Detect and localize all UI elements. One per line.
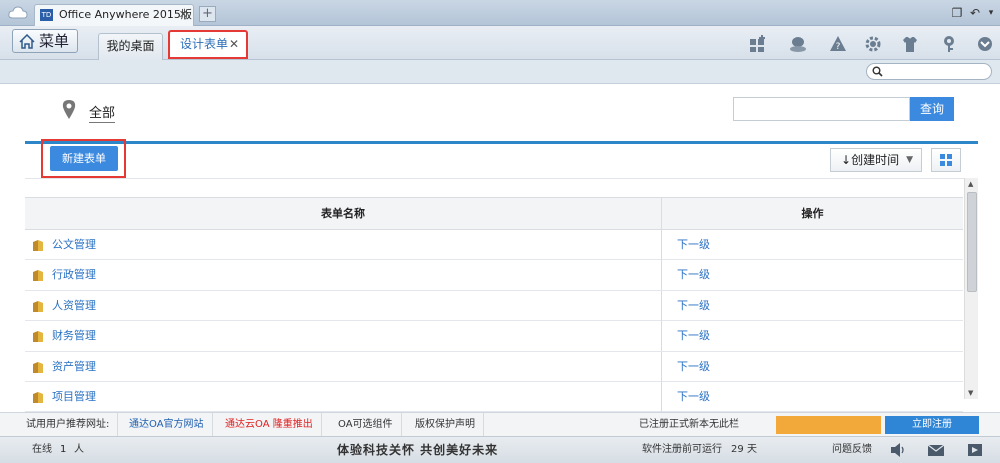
table-row: 公文管理 下一级 (25, 230, 963, 261)
folder-icon (33, 300, 43, 312)
column-header-actions: 操作 (661, 198, 963, 229)
user-online-icon[interactable] (789, 35, 807, 53)
app-header: 菜单 我的桌面 设计表单 ✕ ? (0, 26, 1000, 60)
search-icon (872, 66, 883, 77)
browser-tab[interactable]: TD Office Anywhere 2015版 网络 ✕ (34, 4, 194, 26)
table-row: 行政管理 下一级 (25, 260, 963, 291)
tab-my-desktop[interactable]: 我的桌面 (98, 33, 163, 60)
vertical-scrollbar[interactable]: ▲ ▼ (964, 178, 978, 399)
location-pin-icon (62, 100, 76, 119)
form-table: 表单名称 操作 公文管理 下一级 行政管理 下一级 人资管理 下一级 财务管理 … (25, 197, 963, 414)
mail-envelope-icon[interactable] (927, 442, 945, 458)
next-level-link[interactable]: 下一级 (661, 321, 963, 352)
menu-button[interactable]: 菜单 (12, 29, 78, 53)
folder-icon (33, 331, 43, 343)
column-header-form-name: 表单名称 (321, 207, 365, 220)
back-arrow-icon[interactable]: ↶ (968, 6, 982, 20)
form-category-cell[interactable]: 人资管理 (25, 291, 661, 321)
grid-view-button[interactable] (931, 148, 961, 172)
scroll-up-arrow-icon[interactable]: ▲ (968, 180, 973, 188)
trial-days-unit: 天 (747, 444, 757, 455)
next-level-link[interactable]: 下一级 (661, 230, 963, 260)
sort-down-arrow-icon: ↓ (841, 153, 852, 167)
tab-label: 设计表单 (180, 37, 229, 51)
new-tab-button[interactable]: + (199, 6, 216, 22)
folder-icon (33, 391, 43, 403)
scrollbar-thumb[interactable] (967, 192, 977, 292)
quick-search-strip (0, 60, 1000, 84)
expand-down-icon[interactable] (976, 35, 994, 53)
folder-icon (33, 361, 43, 373)
svg-text:?: ? (836, 42, 841, 52)
browser-tab-title: Office Anywhere 2015版 网络 (59, 8, 193, 21)
trial-days-label: 软件注册前可运行 (642, 444, 722, 455)
sort-by-created-time-button[interactable]: ↓创建时间 ▼ (830, 148, 922, 172)
form-category-cell[interactable]: 项目管理 (25, 382, 661, 412)
add-portal-icon[interactable] (749, 35, 767, 53)
grid-view-icon (940, 154, 945, 159)
registered-note: 已注册正式新本无此栏 (639, 419, 739, 430)
form-category-cell[interactable]: 财务管理 (25, 321, 661, 351)
next-level-link[interactable]: 下一级 (661, 290, 963, 321)
shirt-theme-icon[interactable] (901, 35, 919, 53)
folder-icon (33, 240, 43, 251)
register-banner (776, 416, 881, 434)
form-category-cell[interactable]: 资产管理 (25, 352, 661, 382)
table-row: 项目管理 下一级 (25, 381, 963, 413)
breadcrumb-all[interactable]: 全部 (89, 102, 116, 123)
trial-recommend-label: 试用用户推荐网址: (18, 413, 119, 437)
help-icon[interactable]: ? (829, 35, 847, 53)
table-body: 公文管理 下一级 行政管理 下一级 人资管理 下一级 财务管理 下一级 资产管理… (25, 230, 963, 414)
restore-window-icon[interactable]: ❐ (950, 6, 964, 20)
cloud-icon[interactable] (8, 6, 28, 19)
section-divider (25, 141, 978, 144)
new-form-button[interactable]: 新建表单 (50, 146, 118, 171)
trial-days-count: 29 (731, 444, 744, 455)
official-site-link[interactable]: 通达OA官方网站 (121, 413, 213, 437)
form-category-cell[interactable]: 公文管理 (25, 230, 661, 260)
oa-favicon-icon: TD (40, 9, 53, 21)
next-level-link[interactable]: 下一级 (661, 260, 963, 291)
dropdown-chevron-icon[interactable]: ▾ (984, 6, 998, 20)
menu-label: 菜单 (39, 32, 70, 50)
next-level-link[interactable]: 下一级 (661, 351, 963, 382)
optional-components-link[interactable]: OA可选组件 (330, 413, 402, 437)
online-label: 在线 (32, 444, 52, 455)
close-tab-icon[interactable]: ✕ (179, 5, 188, 25)
sound-speaker-icon[interactable] (889, 442, 907, 458)
table-row: 财务管理 下一级 (25, 321, 963, 352)
table-header: 表单名称 操作 (25, 198, 963, 230)
online-unit: 人 (74, 444, 84, 455)
online-count[interactable]: 1 (60, 437, 66, 463)
tab-label: 我的桌面 (106, 39, 155, 53)
feedback-link[interactable]: 问题反馈 (832, 437, 872, 463)
table-row: 人资管理 下一级 (25, 290, 963, 322)
cloud-oa-link[interactable]: 通达云OA 隆重推出 (217, 413, 322, 437)
form-search-input[interactable] (733, 97, 910, 121)
table-row: 资产管理 下一级 (25, 351, 963, 382)
folder-icon (33, 270, 43, 282)
register-now-button[interactable]: 立即注册 (885, 416, 979, 434)
tab-design-form[interactable]: 设计表单 ✕ (168, 30, 248, 59)
caret-down-icon: ▼ (906, 155, 913, 165)
key-icon[interactable] (940, 35, 958, 53)
status-bar: 在线 1 人 体验科技关怀 共创美好未来 软件注册前可运行 29 天 问题反馈 (0, 436, 1000, 463)
form-category-cell[interactable]: 行政管理 (25, 260, 661, 290)
query-button[interactable]: 查询 (910, 97, 954, 121)
toolbar-divider (25, 178, 978, 179)
next-level-link[interactable]: 下一级 (661, 381, 963, 412)
copyright-link[interactable]: 版权保护声明 (407, 413, 484, 437)
quick-search-input[interactable] (866, 63, 992, 80)
slogan-text: 体验科技关怀 共创美好未来 (337, 443, 499, 457)
sort-label: 创建时间 (851, 153, 900, 167)
footer-links-bar: 试用用户推荐网址: 通达OA官方网站 通达云OA 隆重推出 OA可选组件 版权保… (0, 412, 1000, 437)
home-icon (19, 34, 35, 49)
browser-tab-bar: TD Office Anywhere 2015版 网络 ✕ + ❐ ↶ ▾ (0, 0, 1000, 26)
close-tab-icon[interactable]: ✕ (229, 32, 239, 57)
expand-panel-icon[interactable] (966, 442, 984, 458)
settings-gear-icon[interactable] (864, 35, 882, 53)
scroll-down-arrow-icon[interactable]: ▼ (968, 389, 973, 397)
